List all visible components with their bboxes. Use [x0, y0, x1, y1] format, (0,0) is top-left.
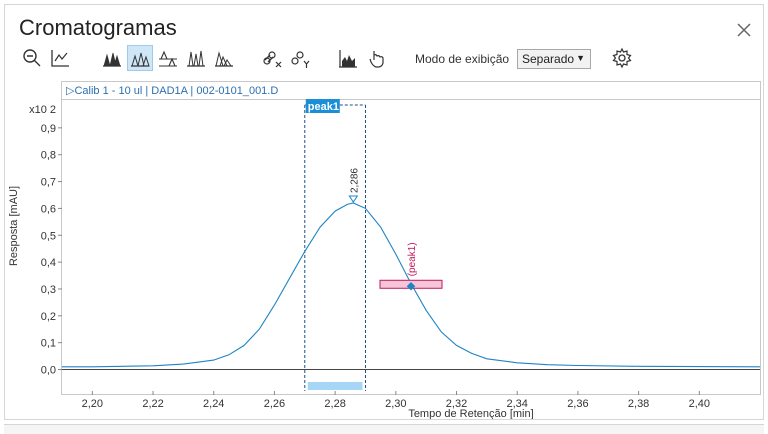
y-tick-label: 0,7	[41, 177, 56, 189]
peak-range-bar	[307, 382, 363, 390]
y-tick-label: 0,1	[41, 338, 56, 350]
x-tick-label: 2,26	[264, 398, 285, 410]
y-tick-label: 0,3	[41, 284, 56, 296]
x-tick-label: 2,36	[567, 398, 588, 410]
x-tick-label: 2,40	[689, 398, 710, 410]
expected-label: (peak1)	[407, 242, 418, 276]
x-tick-label: 2,22	[142, 398, 163, 410]
y-tick-label: 0,5	[41, 230, 56, 242]
x-tick-label: 2,24	[203, 398, 224, 410]
x-tick-label: 2,38	[628, 398, 649, 410]
y-tick-label: 0,8	[41, 150, 56, 162]
x-tick-label: 2,20	[82, 398, 103, 410]
y-tick-label: 0,0	[41, 365, 56, 377]
apex-marker	[348, 195, 359, 203]
bottom-panel-edge	[4, 424, 764, 434]
x-axis-label: Tempo de Retenção [min]	[408, 408, 533, 419]
x-tick-label: 2,28	[324, 398, 345, 410]
x-tick-label: 2,30	[385, 398, 406, 410]
y-tick-label: 0,4	[41, 257, 56, 269]
apex-label: 2,286	[349, 168, 360, 193]
y-tick-label: 0,9	[41, 123, 56, 135]
peak-label: peak1	[308, 101, 339, 113]
chromatograms-panel: Cromatogramas Modo de exibição Separado …	[4, 4, 764, 420]
y-tick-label: 0,6	[41, 203, 56, 215]
chart-canvas: 0,0 0,1 0,2 0,3 0,4 0,5 0,6 0,7 0,8 0,9 x10 2 2,20 2…	[8, 99, 761, 419]
y-tick-label: 0,2	[41, 311, 56, 323]
y-multiplier-label: x10 2	[29, 104, 56, 116]
y-axis-label: Resposta [mAU]	[8, 186, 20, 266]
